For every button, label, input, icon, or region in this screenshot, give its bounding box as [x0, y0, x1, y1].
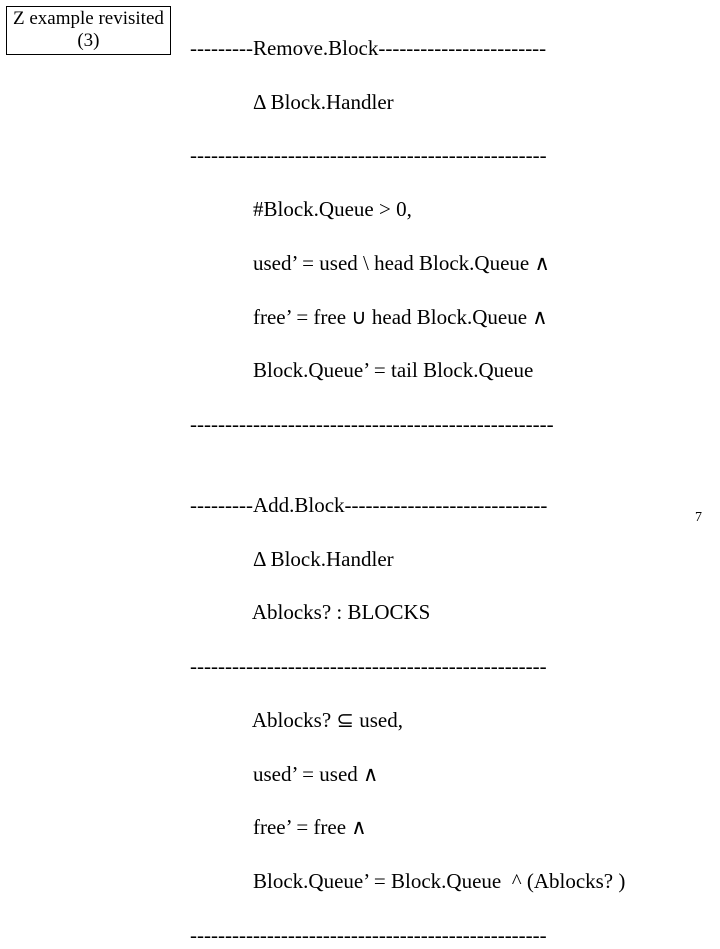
- remove-sep2: ----------------------------------------…: [190, 412, 554, 436]
- slide-label-line1: Z example revisited: [13, 8, 164, 30]
- schema-content: ---------Remove.Block-------------------…: [190, 8, 625, 949]
- add-line1: Ablocks? ⊆ used,: [190, 708, 403, 732]
- remove-line4: Block.Queue’ = tail Block.Queue: [190, 358, 533, 382]
- add-line3: free’ = free ∧: [190, 815, 367, 839]
- add-decl2: Ablocks? : BLOCKS: [190, 600, 430, 624]
- add-sep2: ----------------------------------------…: [190, 923, 547, 947]
- add-sep1: ----------------------------------------…: [190, 654, 547, 678]
- remove-sep1: ----------------------------------------…: [190, 143, 547, 167]
- add-line2: used’ = used ∧: [190, 762, 378, 786]
- remove-line3: free’ = free ∪ head Block.Queue ∧: [190, 305, 548, 329]
- add-decl1: Δ Block.Handler: [190, 547, 394, 571]
- add-line4: Block.Queue’ = Block.Queue ^ (Ablocks? ): [190, 869, 625, 893]
- remove-line1: #Block.Queue > 0,: [190, 197, 412, 221]
- slide-label-line2: (3): [13, 30, 164, 52]
- remove-title: ---------Remove.Block-------------------…: [190, 36, 546, 60]
- slide-label-box: Z example revisited (3): [6, 6, 171, 55]
- remove-decl: Δ Block.Handler: [190, 90, 394, 114]
- page-number: 7: [695, 510, 702, 526]
- add-title: ---------Add.Block----------------------…: [190, 493, 547, 517]
- remove-line2: used’ = used \ head Block.Queue ∧: [190, 251, 550, 275]
